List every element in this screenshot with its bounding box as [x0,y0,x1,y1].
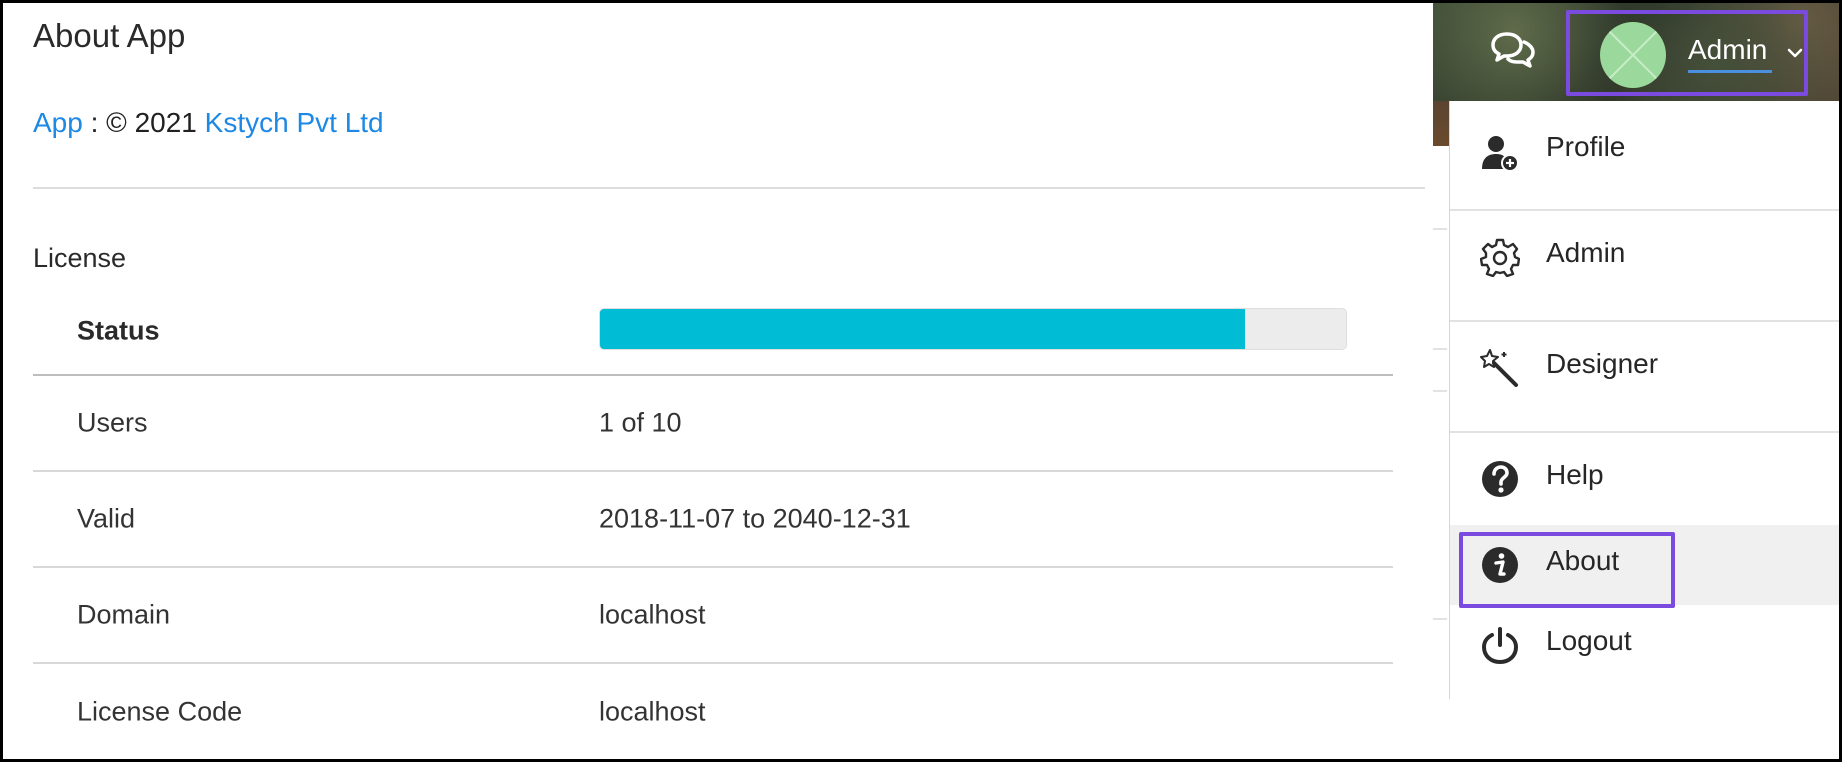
divider [1433,390,1447,392]
menu-item-logout[interactable]: Logout [1450,605,1840,685]
divider [1433,228,1447,230]
row-key: License Code [77,696,243,727]
table-row: Domain localhost [33,568,1393,664]
copyright-line: App : © 2021 Kstych Pvt Ltd [33,107,384,139]
license-table: Status Users 1 of 10 Valid 2018-11-07 to… [33,288,1393,760]
menu-item-label: Designer [1546,348,1659,379]
menu-item-label: About [1546,545,1620,576]
row-value: 2018-11-07 to 2040-12-31 [599,503,911,534]
user-dropdown-menu: Profile Admin Designer Help About Logout [1449,101,1840,699]
magic-wand-icon [1480,349,1518,387]
user-name-underline [1688,70,1772,73]
app-link[interactable]: App [33,107,83,138]
header-background-edge [1433,101,1449,146]
status-progress-bar [599,308,1347,350]
license-section-label: License [33,243,127,273]
question-circle-icon [1482,461,1518,497]
menu-item-label: Help [1546,459,1604,490]
avatar-placeholder-icon [1607,29,1659,81]
table-row: License Code localhost [33,664,1393,760]
divider [1433,618,1447,620]
row-key: Valid [77,503,136,534]
table-row: Users 1 of 10 [33,376,1393,472]
menu-item-about[interactable]: About [1450,525,1840,605]
user-plus-icon [1482,136,1519,172]
info-circle-icon [1482,547,1518,583]
row-key: Domain [77,599,171,630]
row-value: localhost [599,599,706,630]
row-value: 1 of 10 [599,407,682,438]
table-row-status: Status [33,288,1393,376]
power-icon [1481,627,1519,665]
row-key: Users [77,407,148,438]
gear-icon [1480,238,1520,277]
menu-item-label: Logout [1546,625,1632,656]
menu-item-designer[interactable]: Designer [1450,322,1840,414]
copyright-text: : © 2021 [82,107,205,138]
menu-item-label: Admin [1546,237,1626,268]
menu-item-admin[interactable]: Admin [1450,211,1840,303]
menu-item-profile[interactable]: Profile [1450,101,1840,209]
chat-bubbles-icon[interactable] [1491,30,1535,70]
chevron-down-icon [1787,48,1803,58]
status-progress-fill [600,309,1246,349]
table-row: Valid 2018-11-07 to 2040-12-31 [33,472,1393,568]
menu-item-help[interactable]: Help [1450,433,1840,525]
row-value: localhost [599,696,706,727]
page-title: About App [33,17,186,54]
status-label: Status [77,315,160,346]
user-name: Admin [1688,34,1768,65]
menu-item-label: Profile [1546,131,1626,162]
divider [33,187,1425,189]
divider [1433,348,1447,350]
company-link[interactable]: Kstych Pvt Ltd [205,107,384,138]
avatar [1600,22,1666,88]
user-menu-button[interactable]: Admin [1566,10,1808,96]
about-page: About App App : © 2021 Kstych Pvt Ltd Li… [3,3,1433,759]
